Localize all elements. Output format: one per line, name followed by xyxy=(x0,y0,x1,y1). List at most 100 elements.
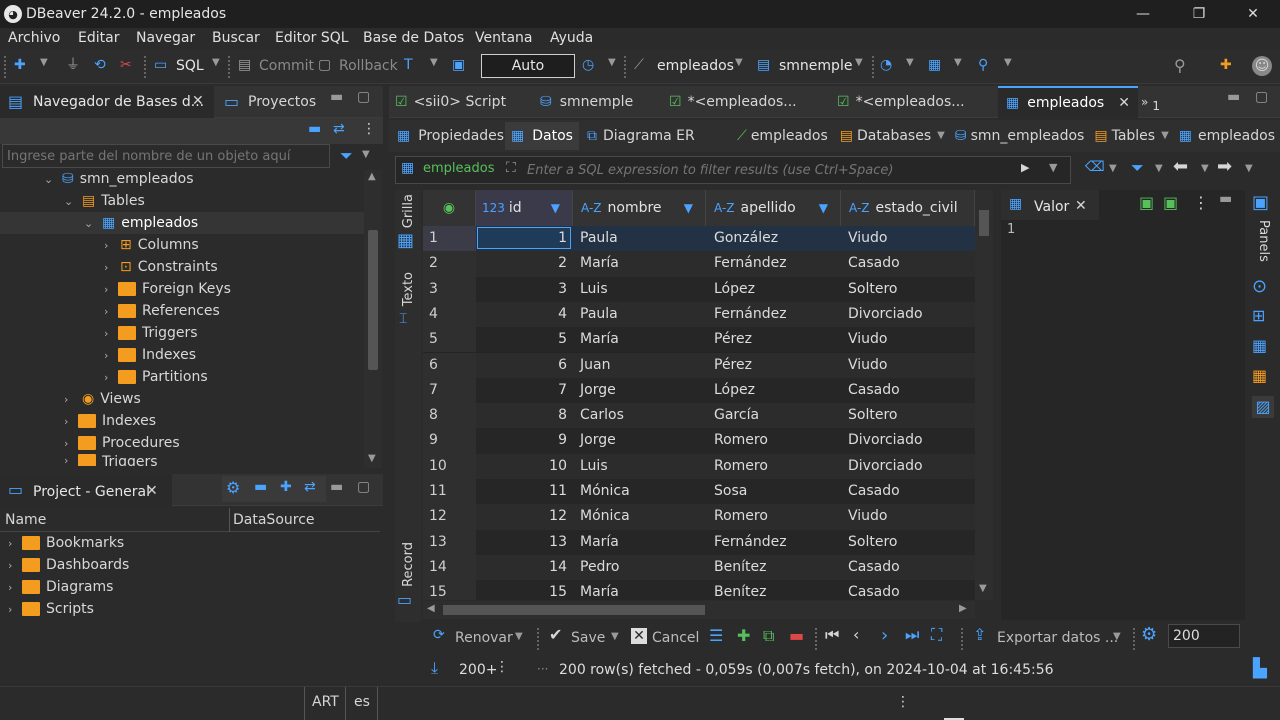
minimize-icon[interactable]: ▬ xyxy=(330,480,343,494)
dropdown-arrow-icon[interactable]: ▼ xyxy=(212,58,220,68)
cell-estado-civil[interactable]: Casado xyxy=(848,483,900,499)
cell-id[interactable]: 5 xyxy=(476,331,567,347)
calc-icon[interactable]: ▦ xyxy=(1252,368,1267,384)
chevron-right-icon[interactable]: › xyxy=(104,327,118,340)
table-row[interactable]: 7 7 Jorge López Casado xyxy=(423,377,975,404)
tree-node-constraints[interactable]: › ⊡ Constraints xyxy=(104,256,218,278)
projects-tab[interactable]: Proyectos xyxy=(248,94,316,110)
cell-apellido[interactable]: Romero xyxy=(714,432,768,448)
chevron-right-icon[interactable]: › xyxy=(64,393,78,406)
cell-nombre[interactable]: María xyxy=(580,331,619,347)
table-row[interactable]: 9 9 Jorge Romero Divorciado xyxy=(423,428,975,454)
menu-base-de-datos[interactable]: Base de Datos xyxy=(363,30,464,46)
cell-estado-civil[interactable]: Divorciado xyxy=(848,432,923,448)
scrollbar-thumb[interactable] xyxy=(443,605,705,615)
collapse-all-icon[interactable]: ▬ xyxy=(308,122,321,136)
lock-icon[interactable]: ▣ xyxy=(452,58,465,72)
cell-nombre[interactable]: María xyxy=(580,584,619,600)
cell-id[interactable]: 10 xyxy=(476,458,567,474)
tree-node-indexes[interactable]: › Indexes xyxy=(104,344,196,366)
row-number[interactable]: 3 xyxy=(429,281,438,297)
view-menu-icon[interactable]: ⋮ xyxy=(1193,195,1209,211)
connect-plug-icon[interactable]: ⏚ xyxy=(66,58,80,72)
project-item-bookmarks[interactable]: › Bookmarks xyxy=(8,532,124,554)
cell-nombre[interactable]: Mónica xyxy=(580,508,630,524)
status-menu-icon[interactable]: ⋮ xyxy=(896,695,910,709)
menu-ventana[interactable]: Ventana xyxy=(475,30,533,46)
dropdown-arrow-icon[interactable]: ▼ xyxy=(1155,164,1163,174)
restore-icon[interactable]: ❐ xyxy=(1184,3,1214,25)
cell-estado-civil[interactable]: Viudo xyxy=(848,331,887,347)
cell-apellido[interactable]: Romero xyxy=(714,458,768,474)
chevron-right-icon[interactable]: › xyxy=(104,349,118,362)
last-page-icon[interactable]: ⏭ xyxy=(905,627,919,643)
table-row[interactable]: 15 15 María Benítez Casado xyxy=(423,580,975,600)
chevron-right-icon[interactable]: › xyxy=(104,261,118,274)
tree-node-columns[interactable]: › ⊞ Columns xyxy=(104,234,199,256)
record-mode-icon[interactable]: ▭ xyxy=(397,592,412,608)
cancel-button[interactable]: Cancel xyxy=(652,630,699,646)
project-item-scripts[interactable]: › Scripts xyxy=(8,598,94,620)
row-header-corner[interactable]: ◉ xyxy=(423,190,476,226)
cell-estado-civil[interactable]: Soltero xyxy=(848,407,897,423)
export-icon[interactable]: ⇪ xyxy=(973,627,986,643)
tab-record[interactable]: Record xyxy=(401,542,416,587)
minimize-icon[interactable]: ▬ xyxy=(1219,192,1232,206)
row-number[interactable]: 10 xyxy=(429,458,447,474)
refresh-icon[interactable]: ⟳ xyxy=(433,628,445,642)
editor-tab-empleados-active[interactable]: ▦ empleados ✕ xyxy=(998,86,1138,118)
tree-node-tables[interactable]: ⌄ ▤ Tables xyxy=(64,190,145,212)
chevron-right-icon[interactable]: › xyxy=(104,283,118,296)
row-number[interactable]: 7 xyxy=(429,382,438,398)
maximize-icon[interactable]: ▢ xyxy=(1255,90,1268,104)
maximize-icon[interactable]: ▢ xyxy=(357,90,370,104)
dropdown-arrow-icon[interactable]: ▼ xyxy=(1113,632,1121,642)
dropdown-arrow-icon[interactable]: ▼ xyxy=(611,632,619,642)
tree-node-db-triggers[interactable]: › Triggers xyxy=(64,454,158,466)
cell-apellido[interactable]: Pérez xyxy=(714,357,752,373)
row-count[interactable]: 200+ xyxy=(459,662,497,678)
cell-estado-civil[interactable]: Soltero xyxy=(848,281,897,297)
dropdown-arrow-icon[interactable]: ▼ xyxy=(40,58,48,68)
dropdown-arrow-icon[interactable]: ▼ xyxy=(1004,58,1012,68)
tree-node-db-indexes[interactable]: › Indexes xyxy=(64,410,156,432)
new-perspective-icon[interactable]: ✚ xyxy=(1220,58,1232,72)
table-row[interactable]: 6 6 Juan Pérez Viudo xyxy=(423,352,975,378)
metadata-icon[interactable]: ▦ xyxy=(1252,338,1267,354)
table-row[interactable]: 4 4 Paula Fernández Divorciado xyxy=(423,301,975,328)
table-row[interactable]: 8 8 Carlos García Soltero xyxy=(423,403,975,429)
grouping-icon[interactable]: ⊞ xyxy=(1252,308,1265,324)
cell-id[interactable]: 8 xyxy=(476,407,567,423)
apply-filter-icon[interactable]: ▶ xyxy=(1021,162,1029,173)
row-number[interactable]: 1 xyxy=(429,230,438,246)
cell-nombre[interactable]: Luis xyxy=(580,458,608,474)
cell-nombre[interactable]: Jorge xyxy=(580,382,616,398)
rollback-button[interactable]: Rollback xyxy=(339,58,398,74)
dropdown-arrow-icon[interactable]: ▼ xyxy=(906,58,914,68)
save-button[interactable]: Save xyxy=(571,630,605,646)
cell-id[interactable]: 6 xyxy=(476,357,567,373)
cell-estado-civil[interactable]: Viudo xyxy=(848,230,887,246)
search-icon[interactable]: ⚲ xyxy=(978,58,988,72)
new-connection-icon[interactable]: ✚ xyxy=(14,58,26,72)
gear-icon[interactable]: ⚙ xyxy=(226,480,240,496)
cell-estado-civil[interactable]: Casado xyxy=(848,255,900,271)
chevron-right-icon[interactable]: › xyxy=(104,239,118,252)
dropdown-arrow-icon[interactable]: ▼ xyxy=(515,632,523,642)
minimize-icon[interactable]: ▬ xyxy=(330,90,343,104)
table-row[interactable]: 10 10 Luis Romero Divorciado xyxy=(423,453,975,479)
editor-tab-empleados-1[interactable]: ☑ *<empleados... xyxy=(669,86,797,118)
chevron-right-icon[interactable]: › xyxy=(8,537,22,550)
back-arrow-icon[interactable]: ⬅ xyxy=(1173,158,1188,176)
row-number[interactable]: 2 xyxy=(429,255,438,271)
aggregate-icon[interactable]: ⊙ xyxy=(1252,278,1267,296)
table-row[interactable]: 12 12 Mónica Romero Viudo xyxy=(423,504,975,530)
column-header-datasource[interactable]: DataSource xyxy=(233,512,315,528)
table-row[interactable]: 3 3 Luis López Soltero xyxy=(423,276,975,302)
cell-estado-civil[interactable]: Viudo xyxy=(848,508,887,524)
view-menu-icon[interactable]: ⋮ xyxy=(495,660,509,674)
navigator-scrollbar[interactable]: ▲ ▼ xyxy=(364,170,382,468)
tree-node-views[interactable]: › ◉ Views xyxy=(64,388,141,410)
link-editor-icon[interactable]: ⇄ xyxy=(333,122,345,136)
cell-apellido[interactable]: Benítez xyxy=(714,584,766,600)
